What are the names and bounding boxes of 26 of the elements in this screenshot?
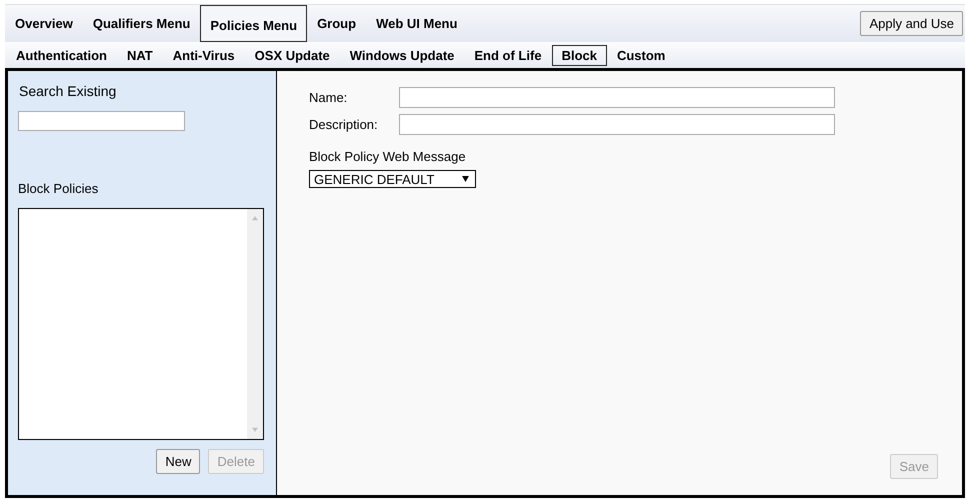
submenu-tab[interactable]: NAT xyxy=(117,44,163,66)
input-field[interactable] xyxy=(399,87,835,108)
apply-and-use-button[interactable]: Apply and Use xyxy=(860,11,963,36)
menu-tab[interactable]: Qualifiers Menu xyxy=(82,5,200,42)
menu-tab[interactable]: Group xyxy=(307,5,366,42)
menu-tab[interactable]: Policies Menu xyxy=(200,5,308,42)
input-field[interactable] xyxy=(399,114,835,135)
submenu-tab[interactable]: Windows Update xyxy=(340,44,464,66)
submenu-tab[interactable]: Anti-Virus xyxy=(162,44,245,66)
caret-icon xyxy=(462,176,469,182)
menu-tab[interactable]: Overview xyxy=(5,5,83,42)
submenu-tab[interactable]: Block xyxy=(552,44,607,66)
message-label: Block Policy Web Message xyxy=(309,149,467,164)
search-field[interactable] xyxy=(18,111,185,131)
submenu-tab[interactable]: End of Life xyxy=(464,44,552,66)
field-label: Description: xyxy=(309,117,379,132)
submenu-tab[interactable]: Authentication xyxy=(6,44,117,66)
search-label: Search Existing xyxy=(19,83,118,99)
list-label: Block Policies xyxy=(18,181,100,196)
scrollbar[interactable] xyxy=(247,209,263,439)
menu-tab[interactable]: Web UI Menu xyxy=(366,5,468,42)
field-label: Name: xyxy=(309,90,348,105)
submenu-tab[interactable]: OSX Update xyxy=(244,44,340,66)
submenu-tab[interactable]: Custom xyxy=(606,44,676,66)
message-dropdown[interactable]: GENERIC DEFAULT xyxy=(309,170,476,188)
list-action-button[interactable]: New xyxy=(156,449,200,474)
